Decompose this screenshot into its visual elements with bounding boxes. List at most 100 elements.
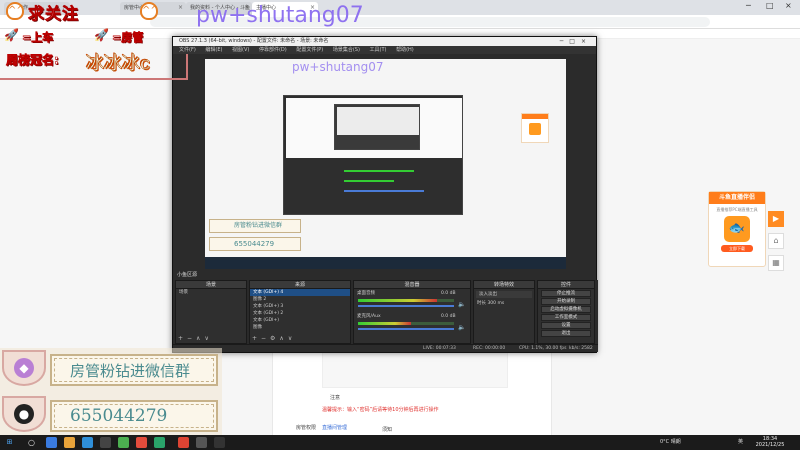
mixer-dock: 混音器 桌面音频 0.0 dB 🔈 麦克风/Aux 0.0 dB 🔈 — [353, 280, 471, 344]
minimize-icon[interactable]: ─ — [746, 1, 751, 10]
rocket-label: =上车 — [22, 31, 54, 45]
qq-number: 655044279 — [70, 406, 168, 426]
dock-toolbar[interactable]: +−⚙∧∨ — [252, 335, 296, 342]
taskbar-app-icon[interactable] — [46, 437, 57, 448]
cat-icon: ^^ — [140, 2, 159, 20]
qrcode-icon[interactable]: ▦ — [768, 255, 784, 271]
group-info-text: 房管粉钻进微信群 — [70, 362, 191, 380]
nested-taskbar — [205, 257, 566, 269]
source-item[interactable]: 文本 (GDI+) 2 — [250, 310, 350, 317]
taskbar-app-icon[interactable] — [154, 437, 165, 448]
chrome-icon[interactable] — [118, 437, 129, 448]
studio-mode-button[interactable]: 工作室模式 — [541, 314, 591, 321]
scene-item[interactable]: 场景 — [176, 289, 246, 296]
watermark-small: pw+shutang07 — [292, 60, 384, 74]
start-recording-button[interactable]: 开始录制 — [541, 298, 591, 305]
menu-scene-collection[interactable]: 场景集合(S) — [333, 47, 360, 53]
nested-promo — [521, 113, 549, 143]
nested-meter — [344, 170, 414, 172]
overlay-divider — [0, 78, 188, 80]
volume-slider[interactable] — [358, 328, 454, 330]
rocket-icon: 🚀 — [4, 28, 19, 42]
menu-profile[interactable]: 配置文件(P) — [296, 47, 323, 53]
notice-text: 温馨提示：输入“密码”后请等待10分钟后再进行操作 — [322, 407, 439, 413]
stop-streaming-button[interactable]: 停止推流 — [541, 290, 591, 297]
edge-icon[interactable] — [82, 437, 93, 448]
obs-icon[interactable] — [100, 437, 111, 448]
qq-info-box: 655044279 — [50, 400, 218, 432]
dock-header: 场景 — [176, 281, 246, 289]
settings-button[interactable]: 设置 — [541, 322, 591, 329]
fang-label: =房管 — [112, 31, 144, 45]
play-icon[interactable]: ▶ — [768, 211, 784, 227]
windows-start-icon[interactable]: ⊞ — [4, 437, 15, 448]
diamond-icon: ◆ — [14, 358, 34, 378]
volume-slider[interactable] — [358, 305, 454, 307]
promo-title: 斗鱼直播伴侣 — [709, 192, 765, 204]
taskbar-app-icon[interactable] — [178, 437, 189, 448]
scenes-dock: 场景 场景 +−∧∨ — [175, 280, 247, 344]
close-icon[interactable]: × — [178, 4, 183, 11]
obs-docks: 场景 场景 +−∧∨ 来源 文本 (GDI+) 4 图像 2 文本 (GDI+)… — [173, 280, 598, 344]
source-item[interactable]: 图像 2 — [250, 296, 350, 303]
menu-docks[interactable]: 停靠部件(D) — [259, 47, 287, 53]
menu-tools[interactable]: 工具(T) — [370, 47, 387, 53]
clock[interactable]: 18:34 2021/12/25 — [752, 436, 788, 448]
ime-indicator[interactable]: 英 — [738, 438, 743, 445]
preview-canvas: 房管粉钻进微信群 655044279 — [205, 59, 566, 269]
promo-card[interactable]: 斗鱼直播伴侣 直播推荐PC端直播工具 🐟 立即下载 — [708, 191, 766, 267]
duration-row: 时长 300 ms — [474, 300, 534, 307]
overlay-divider — [186, 54, 188, 78]
group-info-box: 房管粉钻进微信群 — [50, 354, 218, 386]
bitrate-status: kb/s: 2582 — [569, 346, 593, 351]
download-button[interactable]: 立即下载 — [721, 245, 753, 252]
source-item[interactable]: 图像 — [250, 324, 350, 331]
douyu-fish-icon: 🐟 — [724, 216, 750, 242]
dock-header: 控件 — [538, 281, 594, 289]
mixer-channel-name: 麦克风/Aux — [357, 314, 381, 319]
taskbar-app-icon[interactable] — [196, 437, 207, 448]
nested-promo-icon — [529, 123, 541, 135]
obs-window: OBS 27.1.3 (64-bit, windows) - 配置文件: 未命名… — [172, 36, 598, 353]
mixer-channel-db: 0.0 dB — [441, 291, 456, 296]
cpu-status: CPU: 1.1%, 30.00 fps — [519, 346, 567, 351]
menu-view[interactable]: 视图(V) — [232, 47, 249, 53]
nested-promo-head — [522, 114, 548, 119]
nested-obs — [283, 95, 463, 215]
taskbar-app-icon[interactable] — [214, 437, 225, 448]
exit-button[interactable]: 退出 — [541, 330, 591, 337]
source-item[interactable]: 文本 (GDI+) — [250, 317, 350, 324]
speaker-icon[interactable]: 🔈 — [458, 301, 465, 308]
menu-file[interactable]: 文件(F) — [179, 47, 196, 53]
obs-window-controls[interactable]: ─□× — [560, 37, 592, 46]
virtual-camera-button[interactable]: 启动虚拟摄像机 — [541, 306, 591, 313]
obs-menubar: 文件(F) 编辑(E) 视图(V) 停靠部件(D) 配置文件(P) 场景集合(S… — [173, 46, 596, 54]
source-item[interactable]: 文本 (GDI+) 4 — [250, 289, 350, 296]
obs-preview[interactable]: 房管粉钻进微信群 655044279 — [205, 59, 566, 269]
obs-statusbar: LIVE: 00:07:33 REC: 00:00:00 CPU: 1.1%, … — [173, 344, 598, 352]
dock-toolbar[interactable]: +−∧∨ — [178, 335, 213, 342]
transition-select[interactable]: 淡入淡出 — [476, 291, 532, 298]
transitions-dock: 转场特效 淡入淡出 时长 300 ms — [473, 280, 535, 344]
weather-text[interactable]: 0°C 晴朗 — [660, 438, 681, 445]
source-item[interactable]: 文本 (GDI+) 3 — [250, 303, 350, 310]
speaker-icon[interactable]: 🔈 — [458, 324, 465, 331]
maximize-icon[interactable]: □ — [766, 1, 774, 10]
promo-subtitle: 直播推荐PC端直播工具 — [716, 207, 758, 212]
obs-title-text: OBS 27.1.3 (64-bit, windows) - 配置文件: 未命名… — [179, 38, 329, 44]
search-icon[interactable]: ○ — [28, 437, 40, 448]
volume-meter-fill — [358, 322, 411, 325]
watermark: pw+shutang07 — [196, 3, 364, 28]
qq-penguin-icon: ● — [14, 404, 34, 424]
sources-dock: 来源 文本 (GDI+) 4 图像 2 文本 (GDI+) 3 文本 (GDI+… — [249, 280, 351, 344]
folder-icon[interactable] — [64, 437, 75, 448]
taskbar-app-icon[interactable] — [136, 437, 147, 448]
dock-header: 转场特效 — [474, 281, 534, 289]
duration-input[interactable]: 300 ms — [487, 301, 504, 306]
perm-link[interactable]: 直播间管理 — [322, 424, 347, 431]
home-icon[interactable]: ⌂ — [768, 233, 784, 249]
window-close-icon[interactable]: × — [785, 1, 792, 10]
menu-edit[interactable]: 编辑(E) — [205, 47, 222, 53]
menu-help[interactable]: 帮助(H) — [396, 47, 414, 53]
cat-icon: ^^ — [6, 2, 25, 20]
